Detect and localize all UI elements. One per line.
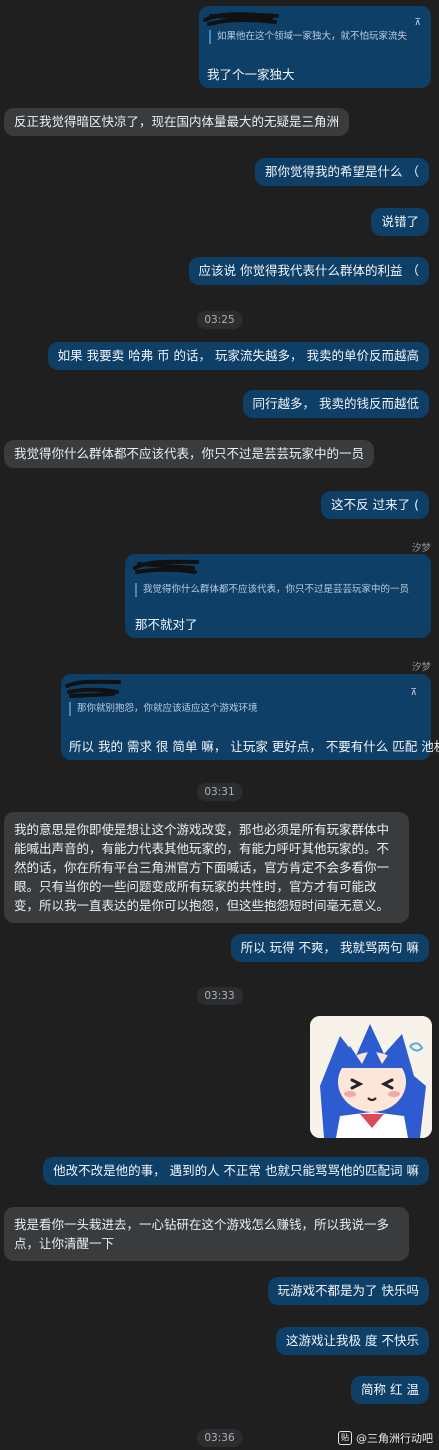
watermark-text: @三角洲行动吧 bbox=[356, 1432, 433, 1445]
incoming-message[interactable]: 我的意思是你即使是想让这个游戏改变，那也必须是所有玩家群体中能喊出声音的，有能力… bbox=[4, 812, 409, 923]
anime-girl-sticker-icon[interactable] bbox=[310, 1016, 432, 1138]
timestamp: 03:36 bbox=[196, 1429, 243, 1447]
outgoing-message[interactable]: 这游戏让我极 度 不快乐 bbox=[276, 1327, 429, 1355]
pin-icon: ⊼ bbox=[410, 688, 417, 698]
tieba-logo-icon: 贴 bbox=[338, 1431, 352, 1445]
outgoing-message[interactable]: 玩游戏不都是为了 快乐吗 bbox=[267, 1277, 429, 1305]
incoming-message[interactable]: 我觉得你什么群体都不应该代表，你只不过是芸芸玩家中的一员 bbox=[4, 440, 375, 468]
outgoing-message[interactable]: 这不反 过来了 ( bbox=[321, 491, 429, 519]
outgoing-message[interactable]: 他改不改是他的事， 遇到的人 不正常 也就只能骂骂他的匹配词 嘛 bbox=[43, 1157, 429, 1185]
reply-text: 所以 我的 需求 很 简单 嘛， 让玩家 更好点， 不要有什么 匹配 池机制 bbox=[69, 739, 439, 754]
reply-text: 那不就对了 bbox=[135, 617, 198, 632]
pin-icon: ⊼ bbox=[414, 18, 421, 28]
quoted-message-card[interactable]: ⊼ 如果他在这个领域一家独大，就不怕玩家流失 我了个一家独大 bbox=[199, 6, 431, 88]
outgoing-message[interactable]: 说错了 bbox=[371, 208, 429, 236]
sender-name: 汐梦 bbox=[411, 662, 431, 673]
sender-name: 汐梦 bbox=[411, 543, 431, 554]
outgoing-message[interactable]: 如果 我要卖 哈弗 币 的话， 玩家流失越多， 我卖的单价反而越高 bbox=[47, 342, 429, 370]
incoming-message[interactable]: 我是看你一头栽进去，一心钻研在这个游戏怎么赚钱，所以我说一多点，让你清醒一下 bbox=[4, 1207, 409, 1261]
redaction-scribble bbox=[203, 12, 279, 26]
timestamp: 03:33 bbox=[196, 987, 243, 1005]
timestamp: 03:31 bbox=[196, 783, 243, 801]
quoted-text: 如果他在这个领域一家独大，就不怕玩家流失 bbox=[209, 30, 407, 44]
outgoing-message[interactable]: 那你觉得我的希望是什么 （ bbox=[255, 158, 429, 186]
quoted-message-card[interactable]: ⊼ 那你就别抱怨，你就应该适应这个游戏环境 所以 我的 需求 很 简单 嘛， 让… bbox=[61, 674, 439, 760]
incoming-message[interactable]: 反正我觉得暗区快凉了，现在国内体量最大的无疑是三角洲 bbox=[4, 108, 350, 136]
redaction-scribble bbox=[133, 559, 199, 574]
quoted-text: 我觉得你什么群体都不应该代表，你只不过是芸芸玩家中的一员 bbox=[135, 583, 409, 597]
outgoing-message[interactable]: 同行越多， 我卖的钱反而越低 bbox=[242, 390, 429, 418]
timestamp: 03:25 bbox=[196, 311, 243, 329]
outgoing-message[interactable]: 所以 玩得 不爽， 我就骂两句 嘛 bbox=[230, 934, 429, 962]
outgoing-message[interactable]: 简称 红 温 bbox=[351, 1376, 429, 1404]
quoted-text: 那你就别抱怨，你就应该适应这个游戏环境 bbox=[69, 702, 258, 716]
outgoing-message[interactable]: 应该说 你觉得我代表什么群体的利益 （ bbox=[188, 257, 429, 285]
watermark: 贴 @三角洲行动吧 bbox=[338, 1430, 433, 1446]
quoted-message-card[interactable]: 我觉得你什么群体都不应该代表，你只不过是芸芸玩家中的一员 那不就对了 bbox=[125, 554, 431, 638]
reply-text: 我了个一家独大 bbox=[207, 67, 295, 82]
redaction-scribble bbox=[65, 679, 121, 698]
